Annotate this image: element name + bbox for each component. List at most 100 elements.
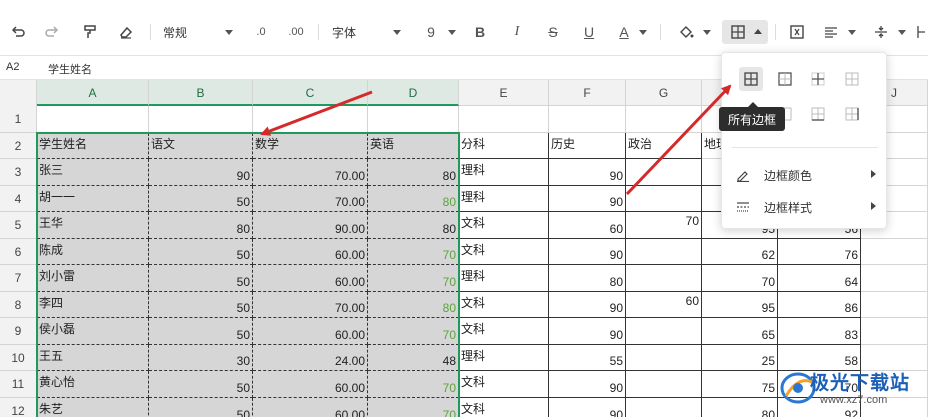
geography-score-cell[interactable]: 25 xyxy=(702,345,778,371)
history-score-cell[interactable]: 90 xyxy=(549,371,626,398)
column-header-b[interactable]: B xyxy=(149,80,253,106)
column-header-f[interactable]: F xyxy=(549,80,626,106)
border-color-menu-item[interactable]: 边框颜色 xyxy=(736,164,876,186)
name-cell[interactable]: 王华 xyxy=(37,212,149,239)
cell[interactable] xyxy=(626,106,702,133)
politics-score-cell[interactable] xyxy=(626,318,702,345)
history-score-cell[interactable]: 90 xyxy=(549,159,626,186)
math-score-cell[interactable]: 60.00 xyxy=(253,318,368,345)
header-cell[interactable]: 数学 xyxy=(253,133,368,159)
name-cell[interactable]: 胡一一 xyxy=(37,186,149,212)
row-header-10[interactable]: 10 xyxy=(0,345,37,371)
politics-score-cell[interactable] xyxy=(626,186,702,212)
chinese-score-cell[interactable]: 50 xyxy=(149,318,253,345)
row-header-11[interactable]: 11 xyxy=(0,371,37,398)
english-score-cell[interactable]: 70 xyxy=(368,398,459,417)
name-cell[interactable]: 刘小雷 xyxy=(37,265,149,292)
row-header-4[interactable]: 4 xyxy=(0,186,37,212)
name-cell[interactable]: 王五 xyxy=(37,345,149,371)
track-cell[interactable]: 文科 xyxy=(459,371,549,398)
cell[interactable] xyxy=(149,106,253,133)
bottom-border-icon[interactable] xyxy=(806,102,830,126)
score-cell[interactable]: 76 xyxy=(778,239,861,265)
name-cell[interactable]: 黄心怡 xyxy=(37,371,149,398)
name-cell[interactable]: 朱艺 xyxy=(37,398,149,417)
row-header-12[interactable]: 12 xyxy=(0,398,37,417)
score-cell[interactable]: 83 xyxy=(778,318,861,345)
right-border-icon[interactable] xyxy=(840,102,864,126)
inner-border-icon[interactable] xyxy=(806,67,830,91)
chinese-score-cell[interactable]: 80 xyxy=(149,212,253,239)
track-cell[interactable]: 文科 xyxy=(459,318,549,345)
all-borders-icon[interactable] xyxy=(739,67,763,91)
cell[interactable] xyxy=(861,292,928,318)
align-left-icon[interactable] xyxy=(820,20,842,44)
english-score-cell[interactable]: 80 xyxy=(368,212,459,239)
track-cell[interactable]: 理科 xyxy=(459,265,549,292)
select-all-corner[interactable] xyxy=(0,80,37,106)
font-name-dropdown-icon[interactable] xyxy=(393,30,401,35)
math-score-cell[interactable]: 70.00 xyxy=(253,292,368,318)
cell[interactable] xyxy=(459,106,549,133)
column-header-d[interactable]: D xyxy=(368,80,459,106)
italic-button[interactable]: I xyxy=(507,20,527,44)
row-header-9[interactable]: 9 xyxy=(0,318,37,345)
header-cell[interactable]: 分科 xyxy=(459,133,549,159)
header-cell[interactable]: 历史 xyxy=(549,133,626,159)
row-header-8[interactable]: 8 xyxy=(0,292,37,318)
name-cell[interactable]: 侯小磊 xyxy=(37,318,149,345)
row-header-3[interactable]: 3 xyxy=(0,159,37,186)
undo-icon[interactable] xyxy=(6,20,30,44)
column-header-c[interactable]: C xyxy=(253,80,368,106)
politics-score-cell[interactable] xyxy=(626,265,702,292)
chinese-score-cell[interactable]: 30 xyxy=(149,345,253,371)
history-score-cell[interactable]: 90 xyxy=(549,318,626,345)
cell[interactable] xyxy=(549,106,626,133)
name-cell[interactable]: 李四 xyxy=(37,292,149,318)
border-dropdown-caret-icon[interactable] xyxy=(754,29,762,34)
increase-decimal-button[interactable]: .00 xyxy=(283,20,309,44)
formula-input[interactable]: 学生姓名 xyxy=(48,61,92,77)
math-score-cell[interactable]: 60.00 xyxy=(253,371,368,398)
math-score-cell[interactable]: 70.00 xyxy=(253,159,368,186)
english-score-cell[interactable]: 80 xyxy=(368,292,459,318)
history-score-cell[interactable]: 90 xyxy=(549,186,626,212)
politics-score-cell[interactable] xyxy=(626,239,702,265)
eraser-icon[interactable] xyxy=(114,20,138,44)
track-cell[interactable]: 理科 xyxy=(459,159,549,186)
format-painter-icon[interactable] xyxy=(78,20,102,44)
outer-border-icon[interactable] xyxy=(773,67,797,91)
chinese-score-cell[interactable]: 50 xyxy=(149,265,253,292)
english-score-cell[interactable]: 80 xyxy=(368,159,459,186)
geography-score-cell[interactable]: 70 xyxy=(702,265,778,292)
row-header-5[interactable]: 5 xyxy=(0,212,37,239)
no-border-icon[interactable] xyxy=(840,67,864,91)
vertical-align-icon[interactable] xyxy=(870,20,892,44)
english-score-cell[interactable]: 70 xyxy=(368,239,459,265)
track-cell[interactable]: 文科 xyxy=(459,398,549,417)
column-header-g[interactable]: G xyxy=(626,80,702,106)
track-cell[interactable]: 理科 xyxy=(459,186,549,212)
row-header-2[interactable]: 2 xyxy=(0,133,37,159)
english-score-cell[interactable]: 70 xyxy=(368,371,459,398)
cell[interactable] xyxy=(37,106,149,133)
geography-score-cell[interactable]: 95 xyxy=(702,292,778,318)
border-style-menu-item[interactable]: 边框样式 xyxy=(736,196,876,218)
strikethrough-button[interactable]: S xyxy=(543,20,563,44)
track-cell[interactable]: 文科 xyxy=(459,212,549,239)
number-format-select[interactable]: 常规 xyxy=(163,20,233,44)
track-cell[interactable]: 文科 xyxy=(459,239,549,265)
cell[interactable] xyxy=(861,239,928,265)
font-color-dropdown-icon[interactable] xyxy=(639,30,647,35)
align-dropdown-icon[interactable] xyxy=(848,30,856,35)
cell[interactable] xyxy=(253,106,368,133)
bold-button[interactable]: B xyxy=(470,20,490,44)
politics-score-cell[interactable]: 70 xyxy=(626,212,702,239)
chinese-score-cell[interactable]: 50 xyxy=(149,186,253,212)
history-score-cell[interactable]: 60 xyxy=(549,212,626,239)
track-cell[interactable]: 文科 xyxy=(459,292,549,318)
chinese-score-cell[interactable]: 50 xyxy=(149,371,253,398)
english-score-cell[interactable]: 80 xyxy=(368,186,459,212)
font-name-select[interactable]: 字体 xyxy=(332,20,392,44)
cell[interactable] xyxy=(861,318,928,345)
